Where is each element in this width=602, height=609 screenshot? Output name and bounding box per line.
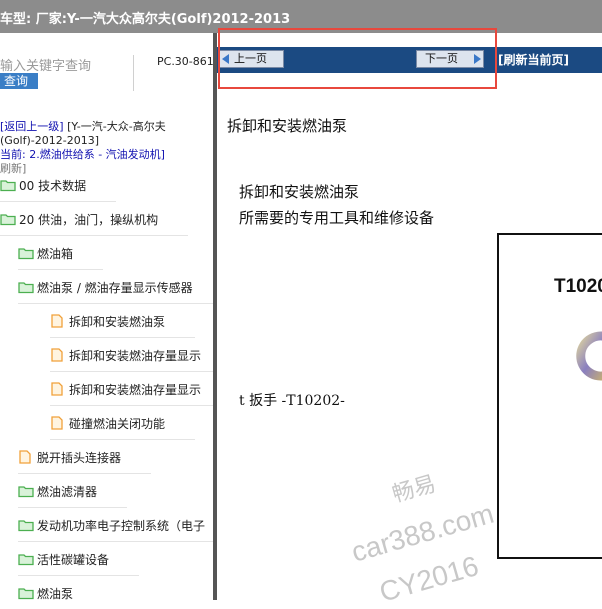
tree-item-label: 拆卸和安装燃油存量显示	[69, 382, 202, 397]
window-title: 车型: 厂家:Y-一汽大众高尔夫(Golf)2012-2013	[0, 12, 291, 27]
section-heading: 拆卸和安装燃油泵	[239, 183, 360, 201]
tree-item-label: 燃油泵	[37, 586, 74, 601]
tree-item-label: 发动机功率电子控制系统（电子	[37, 518, 206, 533]
prev-page-label: 上一页	[234, 52, 267, 65]
tree-item-fuel-tank[interactable]: 燃油箱	[18, 236, 104, 270]
folder-icon	[0, 212, 16, 226]
tree-item-crash-fuel-shutoff[interactable]: 碰撞燃油关闭功能	[50, 406, 196, 440]
document-icon	[50, 416, 66, 430]
document-icon	[50, 382, 66, 396]
tree-item-label: 脱开插头连接器	[37, 450, 122, 465]
tree-item-tech-data[interactable]: 00 技术数据	[0, 168, 117, 202]
content-frame: 上一页 下一页 [刷新当前页] 拆卸和安装燃油泵 拆卸和安装燃油泵 所需要的专用…	[217, 33, 602, 600]
left-panel: 查询 PC.30-861 [返回上一级] [Y-一汽-大众-高尔夫 (Golf)…	[0, 33, 213, 600]
tree-item-label: 00 技术数据	[19, 178, 87, 193]
next-page-label: 下一页	[425, 52, 458, 65]
folder-icon	[0, 178, 16, 192]
back-target-cont: (Golf)-2012-2013]	[0, 134, 99, 147]
tree-item-label: 20 供油，油门，操纵机构	[19, 212, 159, 227]
current-path-line: 当前: 2.燃油供给系 - 汽油发动机]	[0, 148, 165, 162]
document-icon	[18, 450, 34, 464]
tree-item-fuel-supply[interactable]: 20 供油，油门，操纵机构	[0, 202, 189, 236]
tool-figure: T1020	[497, 233, 602, 559]
tool-figure-label: T1020	[554, 276, 602, 297]
tree-item-remove-level-sensor-2[interactable]: 拆卸和安装燃油存量显示	[50, 372, 213, 406]
pc-code: PC.30-861	[157, 55, 213, 68]
search-divider	[133, 55, 134, 91]
tree-item-fuel-pump-sensor[interactable]: 燃油泵 / 燃油存量显示传感器	[18, 270, 213, 304]
tree-item-carbon-canister[interactable]: 活性碳罐设备	[18, 542, 140, 576]
pager-bar: 上一页 下一页 [刷新当前页]	[217, 47, 602, 73]
folder-icon	[18, 586, 34, 600]
tree-item-label: 燃油箱	[37, 246, 74, 261]
tree-item-remove-level-sensor-1[interactable]: 拆卸和安装燃油存量显示	[50, 338, 213, 372]
tree-item-disconnect-connector[interactable]: 脱开插头连接器	[18, 440, 152, 474]
tree-item-label: 燃油滤清器	[37, 484, 98, 499]
tree-item-label: 拆卸和安装燃油泵	[69, 314, 166, 329]
arrow-right-icon	[474, 54, 481, 64]
tree-item-fuel-pump[interactable]: 燃油泵	[18, 576, 73, 600]
folder-icon	[18, 518, 34, 532]
refresh-page-link[interactable]: [刷新当前页]	[498, 51, 569, 68]
back-target: [Y-一汽-大众-高尔夫	[67, 120, 166, 133]
tool-item: t 扳手 -T10202-	[239, 393, 345, 409]
tree-item-remove-fuel-pump[interactable]: 拆卸和安装燃油泵	[50, 304, 196, 338]
tree-item-fuel-filter[interactable]: 燃油滤清器	[18, 474, 128, 508]
tree-item-label: 燃油泵 / 燃油存量显示传感器	[37, 280, 193, 295]
document-icon	[50, 314, 66, 328]
back-nav: [返回上一级] [Y-一汽-大众-高尔夫	[0, 120, 166, 134]
page-title: 拆卸和安装燃油泵	[227, 117, 348, 135]
current-path[interactable]: 2.燃油供给系 - 汽油发动机]	[29, 148, 165, 161]
title-bar: 车型: 厂家:Y-一汽大众高尔夫(Golf)2012-2013	[0, 0, 602, 33]
query-button[interactable]: 查询	[0, 73, 38, 89]
next-page-button[interactable]: 下一页	[416, 50, 484, 68]
tree-item-label: 拆卸和安装燃油存量显示	[69, 348, 202, 363]
tree-item-label: 碰撞燃油关闭功能	[69, 416, 166, 431]
arrow-left-icon	[222, 54, 229, 64]
tools-heading: 所需要的专用工具和维修设备	[239, 209, 435, 227]
folder-icon	[18, 246, 34, 260]
current-prefix: 当前:	[0, 148, 26, 161]
folder-icon	[18, 484, 34, 498]
back-link[interactable]: [返回上一级]	[0, 120, 64, 133]
wrench-icon	[576, 331, 602, 381]
prev-page-button[interactable]: 上一页	[219, 50, 284, 68]
tree-item-label: 活性碳罐设备	[37, 552, 110, 567]
folder-icon	[18, 552, 34, 566]
folder-icon	[18, 280, 34, 294]
tree-item-power-control[interactable]: 发动机功率电子控制系统（电子	[18, 508, 213, 542]
document-icon	[50, 348, 66, 362]
back-target-cont-line: (Golf)-2012-2013]	[0, 134, 99, 148]
